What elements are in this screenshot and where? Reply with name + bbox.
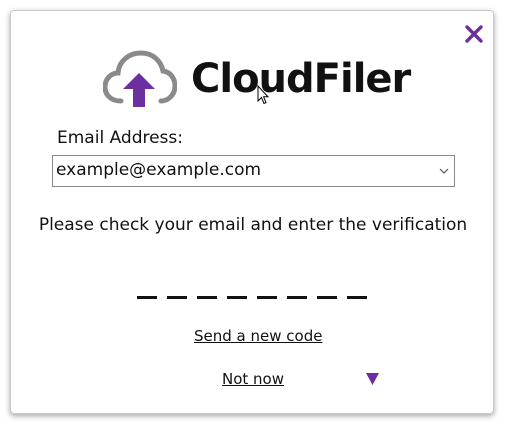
cloud-upload-icon <box>103 50 177 107</box>
code-digit-slot[interactable] <box>167 296 187 299</box>
triangle-down-icon[interactable] <box>366 373 379 385</box>
code-digit-slot[interactable] <box>137 296 157 299</box>
code-digit-slot[interactable] <box>227 296 247 299</box>
code-digit-slot[interactable] <box>197 296 217 299</box>
email-value: example@example.com <box>56 160 262 180</box>
code-digit-slot[interactable] <box>317 296 337 299</box>
close-icon[interactable] <box>463 23 485 45</box>
not-now-link[interactable]: Not now <box>222 370 284 388</box>
chevron-down-icon <box>439 168 449 174</box>
code-digit-slot[interactable] <box>287 296 307 299</box>
logo-text: CloudFiler <box>191 56 411 102</box>
send-new-code-link[interactable]: Send a new code <box>194 327 322 345</box>
email-label: Email Address: <box>57 128 183 148</box>
mouse-cursor-icon <box>257 85 269 105</box>
verification-dialog: CloudFiler Email Address: example@exampl… <box>10 10 494 414</box>
verification-code-input[interactable] <box>137 292 367 302</box>
instruction-text: Please check your email and enter the ve… <box>38 215 468 235</box>
code-digit-slot[interactable] <box>257 296 277 299</box>
code-digit-slot[interactable] <box>347 296 367 299</box>
email-select[interactable]: example@example.com <box>52 155 455 187</box>
